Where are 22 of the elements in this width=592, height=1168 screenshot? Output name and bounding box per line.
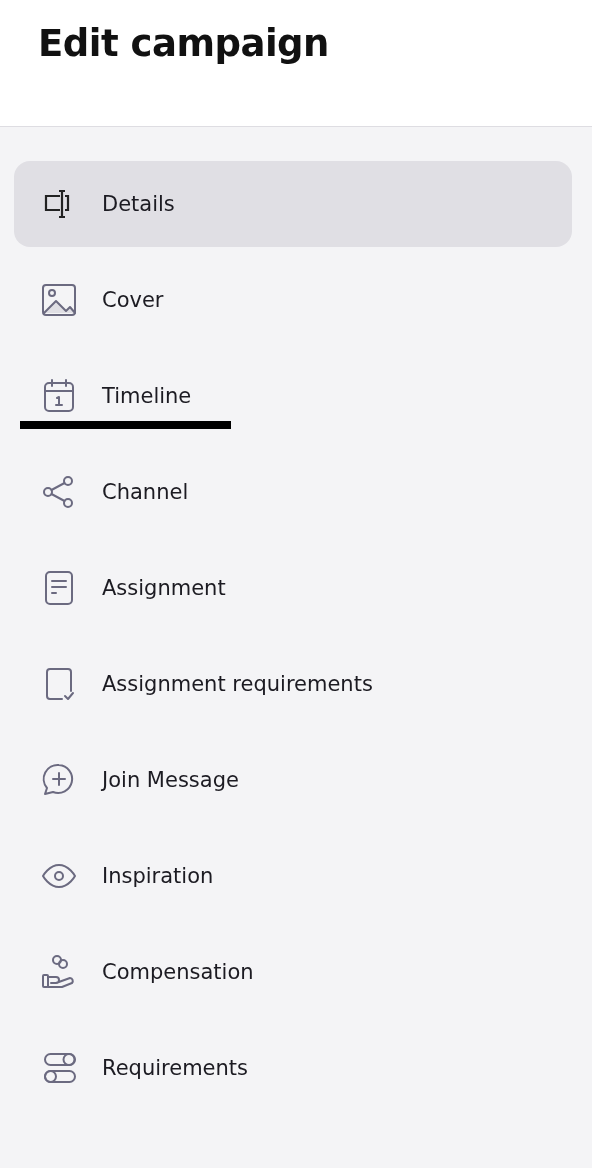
menu-item[interactable]: Requirements xyxy=(14,1025,572,1111)
menu-item[interactable]: Inspiration xyxy=(14,833,572,919)
menu-label: Inspiration xyxy=(102,864,214,888)
menu-item[interactable]: Details xyxy=(14,161,572,247)
menu-item[interactable]: Join Message xyxy=(14,737,572,823)
image-icon xyxy=(40,281,78,319)
page-title: Edit campaign xyxy=(38,22,329,65)
menu-item[interactable]: Assignment xyxy=(14,545,572,631)
menu-item[interactable]: Assignment requirements xyxy=(14,641,572,727)
menu-label: Details xyxy=(102,192,175,216)
menu-label: Requirements xyxy=(102,1056,248,1080)
menu-label: Assignment requirements xyxy=(102,672,373,696)
menu-item[interactable]: Cover xyxy=(14,257,572,343)
menu-label: Channel xyxy=(102,480,189,504)
menu-label: Join Message xyxy=(102,768,239,792)
menu-item[interactable]: Timeline xyxy=(14,353,572,439)
menu-label: Compensation xyxy=(102,960,254,984)
menu-item[interactable]: Channel xyxy=(14,449,572,535)
menu-item[interactable]: Compensation xyxy=(14,929,572,1015)
menu-label: Assignment xyxy=(102,576,226,600)
menu-label: Cover xyxy=(102,288,164,312)
menu-label: Timeline xyxy=(102,384,192,408)
